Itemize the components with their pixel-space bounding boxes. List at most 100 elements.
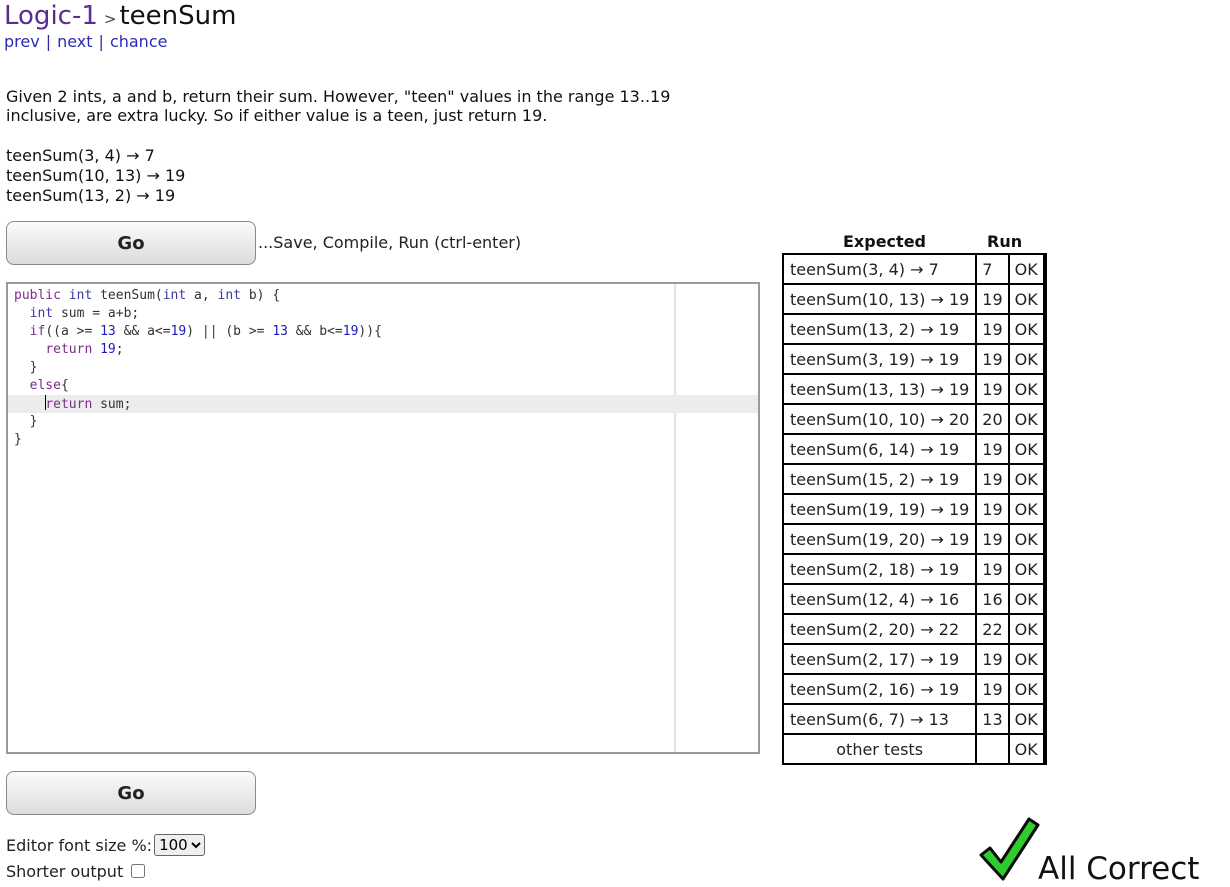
- result-row: teenSum(19, 19) → 19 19 OK: [781, 493, 1047, 525]
- pass-indicator: [1042, 253, 1047, 285]
- status-cell: OK: [1007, 493, 1045, 525]
- code-line: public int teenSum(int a, int b) {: [14, 288, 281, 303]
- go-button[interactable]: Go: [6, 221, 256, 265]
- nav-divider: |: [98, 32, 104, 51]
- pass-indicator: [1042, 433, 1047, 465]
- expected-cell: teenSum(10, 13) → 19: [781, 283, 978, 315]
- pass-indicator: [1042, 733, 1047, 765]
- example-item: teenSum(3, 4) → 7: [6, 146, 155, 165]
- page-title: Logic-1 > teenSum: [4, 0, 236, 35]
- status-cell: OK: [1007, 523, 1045, 555]
- run-cell: 19: [975, 463, 1010, 495]
- next-link[interactable]: next: [57, 32, 92, 51]
- result-row: teenSum(6, 14) → 19 19 OK: [781, 433, 1047, 465]
- go-button-bottom[interactable]: Go: [6, 771, 256, 815]
- all-correct-banner: All Correct: [978, 815, 1218, 887]
- result-row: teenSum(15, 2) → 19 19 OK: [781, 463, 1047, 495]
- run-cell: 19: [975, 493, 1010, 525]
- editor-settings: Editor font size %: 100 Shorter output: [6, 832, 206, 884]
- problem-description: Given 2 ints, a and b, return their sum.…: [6, 87, 726, 125]
- result-row: teenSum(2, 18) → 19 19 OK: [781, 553, 1047, 585]
- pass-indicator: [1042, 643, 1047, 675]
- code-line: if((a >= 13 && a<=19) || (b >= 13 && b<=…: [29, 324, 382, 339]
- status-cell: OK: [1007, 583, 1045, 615]
- breadcrumb-category[interactable]: Logic-1: [4, 1, 98, 31]
- run-cell: [975, 733, 1010, 765]
- font-size-select[interactable]: 100: [154, 834, 206, 856]
- pass-indicator: [1042, 553, 1047, 585]
- run-cell: 19: [975, 433, 1010, 465]
- breadcrumb-separator: >: [103, 10, 117, 28]
- description-line: Given 2 ints, a and b, return their sum.…: [6, 87, 671, 106]
- pass-indicator: [1042, 673, 1047, 705]
- status-cell: OK: [1007, 613, 1045, 645]
- code-line: else{: [29, 378, 69, 393]
- status-cell: OK: [1007, 703, 1045, 735]
- code-area[interactable]: public int teenSum(int a, int b) { int s…: [8, 287, 758, 449]
- pass-indicator: [1042, 703, 1047, 735]
- run-cell: 19: [975, 643, 1010, 675]
- code-line: int sum = a+b;: [29, 306, 140, 321]
- pass-indicator: [1042, 403, 1047, 435]
- result-row: teenSum(3, 19) → 19 19 OK: [781, 343, 1047, 375]
- problem-nav: prev | next | chance: [4, 32, 167, 52]
- pass-indicator: [1042, 313, 1047, 345]
- examples-list: teenSum(3, 4) → 7 teenSum(10, 13) → 19 t…: [6, 146, 185, 206]
- status-cell: OK: [1007, 313, 1045, 345]
- expected-cell: other tests: [781, 733, 978, 765]
- prev-link[interactable]: prev: [4, 32, 40, 51]
- run-cell: 19: [975, 313, 1010, 345]
- result-row: teenSum(6, 7) → 13 13 OK: [781, 703, 1047, 735]
- pass-indicator: [1042, 373, 1047, 405]
- expected-cell: teenSum(2, 18) → 19: [781, 553, 978, 585]
- expected-cell: teenSum(2, 16) → 19: [781, 673, 978, 705]
- results-table: teenSum(3, 4) → 7 7 OK teenSum(10, 13) → 19…: [781, 253, 1047, 765]
- go-hint: ...Save, Compile, Run (ctrl-enter): [258, 233, 522, 252]
- result-row: teenSum(12, 4) → 16 16 OK: [781, 583, 1047, 615]
- chance-link[interactable]: chance: [110, 32, 168, 51]
- shorter-output-label: Shorter output: [6, 861, 124, 881]
- nav-divider: |: [45, 32, 52, 51]
- status-cell: OK: [1007, 253, 1045, 285]
- expected-cell: teenSum(6, 7) → 13: [781, 703, 978, 735]
- run-cell: 19: [975, 343, 1010, 375]
- expected-cell: teenSum(12, 4) → 16: [781, 583, 978, 615]
- expected-cell: teenSum(2, 17) → 19: [781, 643, 978, 675]
- example-item: teenSum(13, 2) → 19: [6, 186, 176, 205]
- pass-indicator: [1042, 343, 1047, 375]
- code-line: }: [14, 414, 38, 429]
- run-header: Run: [987, 232, 1023, 251]
- expected-cell: teenSum(19, 20) → 19: [781, 523, 978, 555]
- expected-cell: teenSum(13, 13) → 19: [781, 373, 978, 405]
- result-row: teenSum(2, 16) → 19 19 OK: [781, 673, 1047, 705]
- problem-name: teenSum: [119, 1, 237, 31]
- font-size-row: Editor font size %: 100: [6, 832, 206, 858]
- run-cell: 19: [975, 553, 1010, 585]
- run-cell: 16: [975, 583, 1010, 615]
- code-line-active: return sum;: [8, 395, 758, 413]
- code-editor[interactable]: public int teenSum(int a, int b) { int s…: [6, 282, 760, 754]
- pass-indicator: [1042, 283, 1047, 315]
- status-cell: OK: [1007, 403, 1045, 435]
- all-correct-text: All Correct: [1038, 851, 1200, 887]
- status-cell: OK: [1007, 283, 1045, 315]
- expected-cell: teenSum(10, 10) → 20: [781, 403, 978, 435]
- run-cell: 20: [975, 403, 1010, 435]
- shorter-output-row: Shorter output: [6, 858, 205, 884]
- pass-indicator: [1042, 523, 1047, 555]
- green-checkmark-icon: [979, 817, 1040, 881]
- code-line: }: [14, 360, 38, 375]
- run-cell: 22: [975, 613, 1010, 645]
- result-row: teenSum(13, 2) → 19 19 OK: [781, 313, 1047, 345]
- expected-cell: teenSum(2, 20) → 22: [781, 613, 978, 645]
- run-cell: 7: [975, 253, 1010, 285]
- expected-cell: teenSum(19, 19) → 19: [781, 493, 978, 525]
- status-cell: OK: [1007, 643, 1045, 675]
- run-cell: 19: [975, 283, 1010, 315]
- result-row: teenSum(10, 13) → 19 19 OK: [781, 283, 1047, 315]
- status-cell: OK: [1007, 433, 1045, 465]
- result-row: teenSum(10, 10) → 20 20 OK: [781, 403, 1047, 435]
- code-line: return 19;: [45, 342, 124, 357]
- shorter-output-checkbox[interactable]: [131, 864, 146, 878]
- font-size-label: Editor font size %:: [6, 835, 153, 855]
